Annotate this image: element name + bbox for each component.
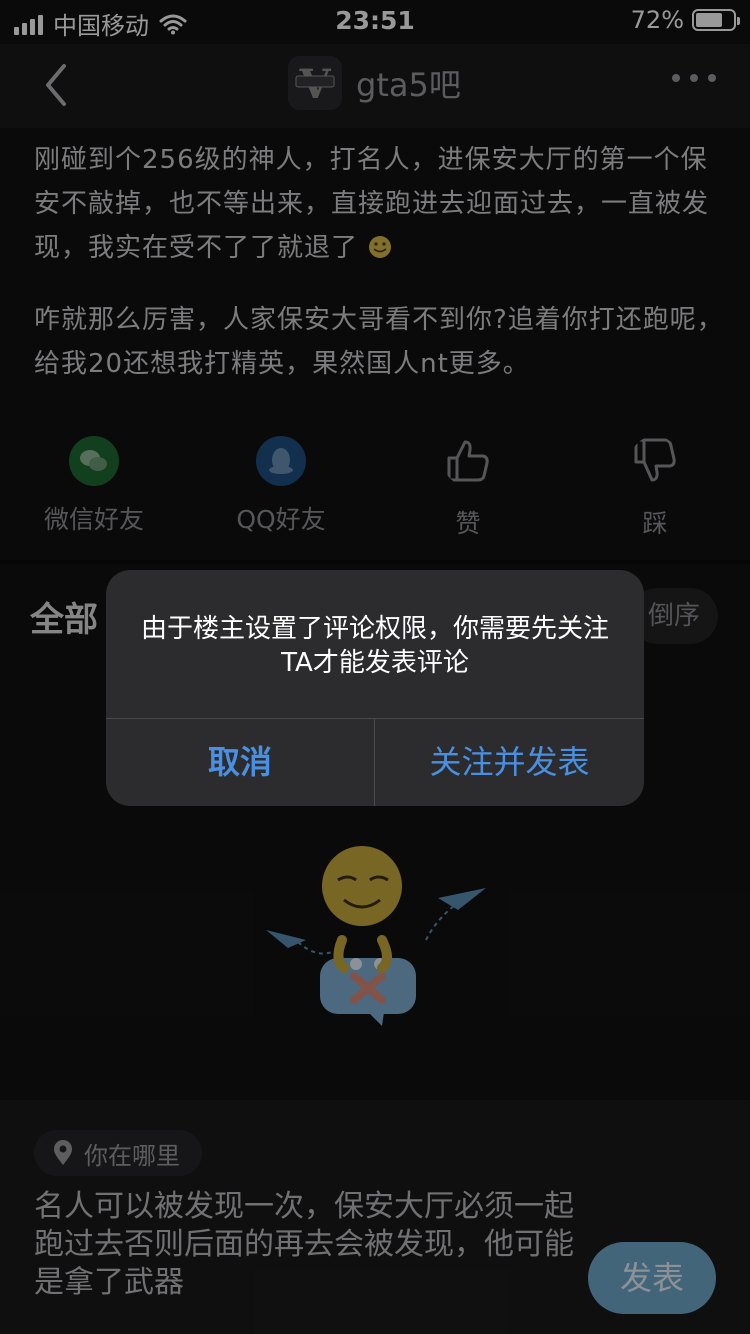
cancel-button[interactable]: 取消: [106, 718, 374, 806]
page: 中国移动 23:51 72% V: [0, 0, 750, 1334]
permission-dialog: 由于楼主设置了评论权限，你需要先关注TA才能发表评论 取消 关注并发表: [106, 570, 644, 806]
follow-and-post-button[interactable]: 关注并发表: [375, 718, 644, 806]
dialog-message: 由于楼主设置了评论权限，你需要先关注TA才能发表评论: [140, 614, 609, 678]
